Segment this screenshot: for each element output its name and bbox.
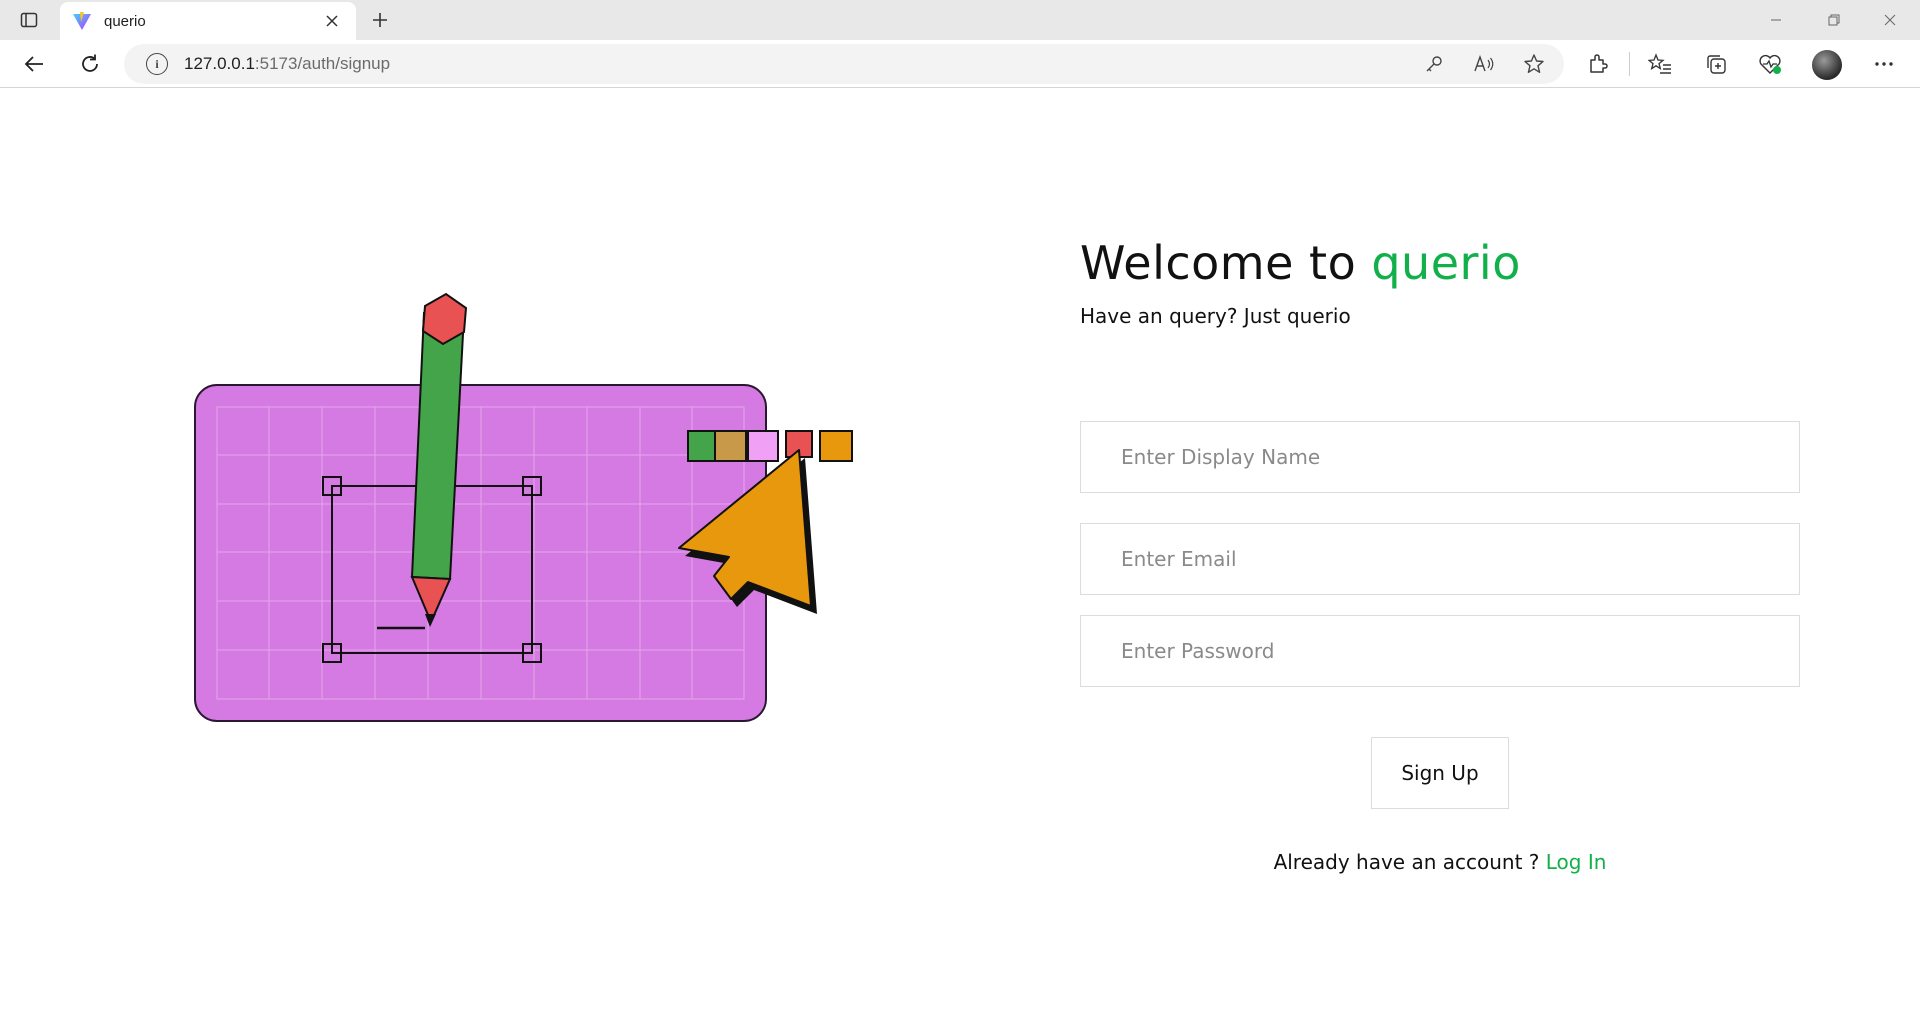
browser-titlebar: querio [0, 0, 1920, 40]
address-bar[interactable]: i 127.0.0.1:5173/auth/signup [124, 44, 1564, 84]
new-tab-icon[interactable] [366, 6, 394, 34]
tagline: Have an query? Just querio [1080, 304, 1351, 328]
read-aloud-icon[interactable] [1472, 52, 1496, 76]
address-url: 127.0.0.1:5173/auth/signup [184, 54, 391, 73]
password-field[interactable] [1080, 615, 1800, 687]
login-link[interactable]: Log In [1546, 850, 1607, 874]
window-close-icon[interactable] [1868, 4, 1912, 36]
tab-close-icon[interactable] [320, 9, 344, 33]
browser-toolbar: i 127.0.0.1:5173/auth/signup [0, 40, 1920, 88]
login-prompt-text: Already have an account ? [1273, 850, 1546, 874]
display-name-field[interactable] [1080, 421, 1800, 493]
sidebar-toggle-icon[interactable] [18, 9, 40, 31]
brand-name: querio [1371, 236, 1521, 290]
signup-illustration [180, 290, 860, 750]
more-options-icon[interactable] [1868, 48, 1900, 80]
email-field[interactable] [1080, 523, 1800, 595]
browser-tab[interactable]: querio [60, 2, 356, 40]
extensions-icon[interactable] [1582, 48, 1614, 80]
profile-avatar[interactable] [1812, 50, 1842, 80]
welcome-header: Welcome to querio Have an query? Just qu… [1080, 236, 1800, 328]
signup-button[interactable]: Sign Up [1371, 737, 1509, 809]
page-title: Welcome to querio [1080, 236, 1521, 290]
site-info-icon[interactable]: i [146, 53, 168, 75]
tab-title: querio [104, 12, 146, 30]
vite-logo-icon [72, 11, 92, 31]
key-icon[interactable] [1422, 52, 1446, 76]
reload-icon[interactable] [74, 48, 106, 80]
restore-icon[interactable] [1812, 4, 1856, 36]
login-prompt: Already have an account ? Log In [1080, 850, 1800, 874]
toolbar-divider [1629, 52, 1630, 76]
back-arrow-icon[interactable] [18, 48, 50, 80]
favorites-list-icon[interactable] [1644, 48, 1676, 80]
minimize-icon[interactable] [1754, 4, 1798, 36]
favorite-star-icon[interactable] [1522, 52, 1546, 76]
browser-essentials-icon[interactable] [1754, 48, 1786, 80]
collections-icon[interactable] [1700, 48, 1732, 80]
